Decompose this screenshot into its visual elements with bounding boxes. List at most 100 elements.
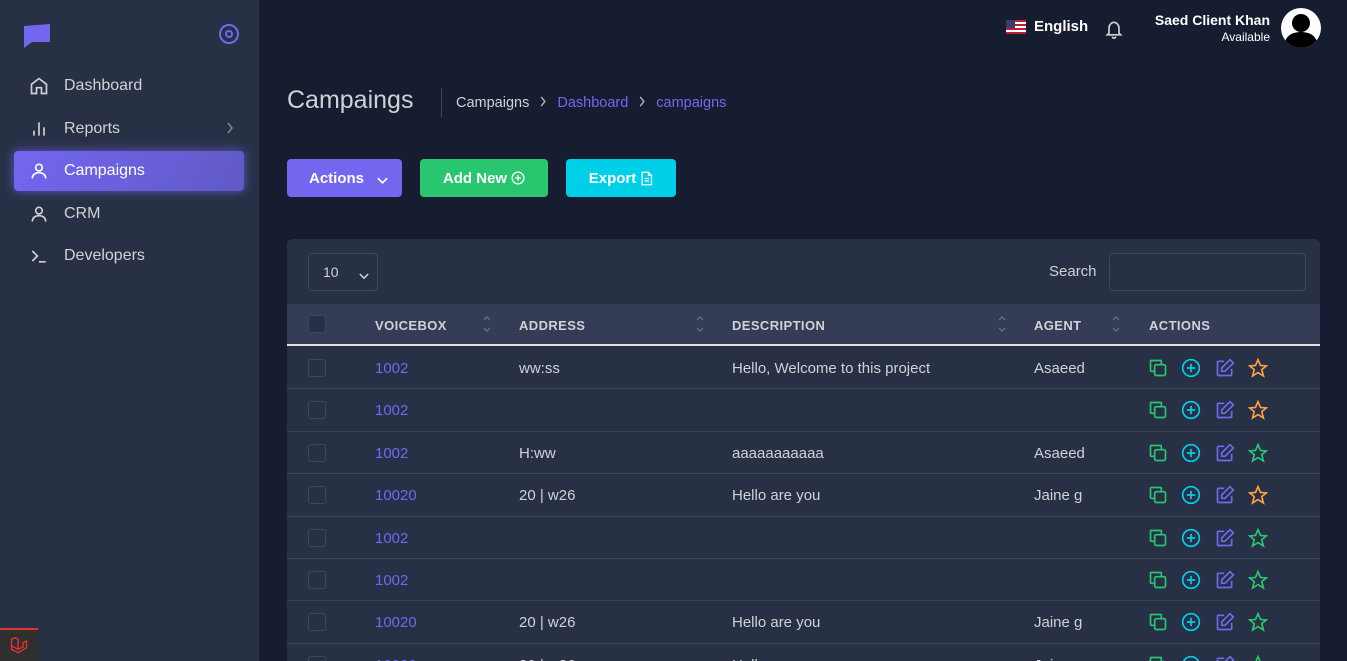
avatar[interactable]: [1281, 8, 1321, 48]
actions-button[interactable]: Actions: [287, 159, 402, 197]
copy-icon[interactable]: [1147, 357, 1169, 379]
plus-circle-icon[interactable]: [1180, 654, 1202, 661]
copy-icon[interactable]: [1147, 442, 1169, 464]
plus-circle-icon[interactable]: [1180, 357, 1202, 379]
column-header-agent[interactable]: AGENT: [1034, 318, 1082, 333]
table-row: 1002 ww:ss Hello, Welcome to this project A…: [287, 347, 1320, 390]
star-icon[interactable]: [1247, 654, 1269, 661]
language-selector[interactable]: English: [1006, 18, 1088, 35]
row-actions: [1147, 484, 1281, 506]
edit-icon[interactable]: [1214, 569, 1236, 591]
sidebar-item-campaigns[interactable]: Campaigns: [14, 151, 244, 191]
star-icon[interactable]: [1247, 611, 1269, 633]
row-checkbox[interactable]: [308, 359, 326, 377]
row-checkbox[interactable]: [308, 571, 326, 589]
edit-icon[interactable]: [1214, 654, 1236, 661]
add-new-label: Add New: [442, 169, 508, 187]
column-header-address[interactable]: ADDRESS: [519, 318, 585, 333]
voicebox-link[interactable]: 10020: [375, 657, 417, 661]
star-icon[interactable]: [1247, 527, 1269, 549]
row-checkbox[interactable]: [308, 655, 326, 661]
voicebox-link[interactable]: 1002: [375, 402, 408, 419]
star-icon[interactable]: [1247, 399, 1269, 421]
star-icon[interactable]: [1247, 569, 1269, 591]
sidebar-item-developers[interactable]: Developers: [14, 236, 244, 276]
search-input[interactable]: [1109, 253, 1306, 291]
copy-icon[interactable]: [1147, 569, 1169, 591]
sidebar-item-crm[interactable]: CRM: [14, 194, 244, 234]
table-row: 1002 H:ww aaaaaaaaaaa Asaeed: [287, 432, 1320, 475]
copy-icon[interactable]: [1147, 654, 1169, 661]
agent-cell: Asaeed: [1034, 444, 1085, 462]
language-label: English: [1034, 18, 1089, 35]
select-all-checkbox[interactable]: [308, 315, 326, 333]
plus-circle-icon[interactable]: [1180, 484, 1202, 506]
voicebox-link[interactable]: 1002: [375, 530, 408, 547]
laravel-debugbar-icon[interactable]: [0, 628, 38, 661]
star-icon[interactable]: [1247, 357, 1269, 379]
row-checkbox[interactable]: [308, 443, 326, 462]
copy-icon[interactable]: [1147, 399, 1169, 421]
plus-circle-icon[interactable]: [1180, 442, 1202, 464]
terminal-icon: [28, 245, 50, 267]
address-cell: 20 | w26: [519, 614, 576, 632]
plus-circle-icon[interactable]: [1180, 399, 1202, 421]
voicebox-link[interactable]: 10020: [375, 614, 417, 631]
add-new-button[interactable]: Add New: [420, 159, 548, 197]
sidebar-toggle-icon[interactable]: [219, 24, 239, 44]
export-button[interactable]: Export: [566, 159, 676, 197]
row-checkbox[interactable]: [308, 486, 326, 505]
copy-icon[interactable]: [1147, 611, 1169, 633]
export-label: Export: [588, 169, 637, 187]
sidebar-item-dashboard[interactable]: Dashboard: [14, 66, 244, 106]
edit-icon[interactable]: [1214, 484, 1236, 506]
plus-circle-icon[interactable]: [1180, 569, 1202, 591]
agent-cell: Jaine g: [1034, 614, 1083, 632]
edit-icon[interactable]: [1214, 611, 1236, 633]
copy-icon[interactable]: [1147, 527, 1169, 549]
row-checkbox[interactable]: [308, 401, 326, 420]
voicebox-link[interactable]: 1002: [375, 360, 408, 377]
sidebar-item-reports[interactable]: Reports: [14, 109, 244, 149]
row-checkbox[interactable]: [308, 613, 326, 632]
sort-icon[interactable]: [1112, 314, 1120, 334]
edit-icon[interactable]: [1214, 527, 1236, 549]
sort-icon[interactable]: [483, 314, 491, 334]
sort-icon[interactable]: [696, 314, 704, 334]
breadcrumb-item[interactable]: Dashboard: [557, 95, 628, 111]
row-checkbox[interactable]: [308, 528, 326, 547]
voicebox-link[interactable]: 10020: [375, 487, 417, 504]
breadcrumb-item[interactable]: campaigns: [656, 95, 726, 111]
divider: [441, 88, 442, 117]
logo-icon[interactable]: [22, 22, 52, 48]
star-icon[interactable]: [1247, 484, 1269, 506]
copy-icon[interactable]: [1147, 484, 1169, 506]
chevron-right-icon: [226, 122, 234, 137]
chevron-down-icon: [359, 267, 369, 283]
edit-icon[interactable]: [1214, 399, 1236, 421]
star-icon[interactable]: [1247, 442, 1269, 464]
page-length-select[interactable]: 10: [308, 253, 378, 291]
user-info[interactable]: Saed Client Khan Available: [1155, 12, 1270, 44]
sort-icon[interactable]: [998, 314, 1006, 334]
voicebox-link[interactable]: 1002: [375, 572, 408, 589]
campaigns-table-card: 10 Search VOICEBOX ADDRESS DESCRIPTION A…: [287, 239, 1320, 661]
bell-icon[interactable]: [1104, 18, 1124, 45]
column-header-description[interactable]: DESCRIPTION: [732, 318, 825, 333]
chevron-down-icon: [377, 172, 388, 189]
column-header-voicebox[interactable]: VOICEBOX: [375, 318, 447, 333]
address-cell: 20 | w26: [519, 657, 575, 661]
voicebox-link[interactable]: 1002: [375, 445, 408, 462]
plus-circle-icon[interactable]: [1180, 611, 1202, 633]
row-actions: [1147, 654, 1281, 661]
agent-cell: Jaine g: [1034, 487, 1083, 505]
agent-cell: Jaine g: [1034, 657, 1082, 661]
edit-icon[interactable]: [1214, 442, 1236, 464]
sidebar-item-label: Campaigns: [64, 162, 145, 179]
search-label: Search: [1049, 263, 1097, 280]
table-header: VOICEBOX ADDRESS DESCRIPTION AGENT ACTIO…: [287, 304, 1320, 346]
plus-circle-icon[interactable]: [1180, 527, 1202, 549]
edit-icon[interactable]: [1214, 357, 1236, 379]
table-row: 10020 20 | w26 Hello are you Jaine g: [287, 644, 1320, 661]
sidebar-item-label: Reports: [64, 119, 121, 137]
